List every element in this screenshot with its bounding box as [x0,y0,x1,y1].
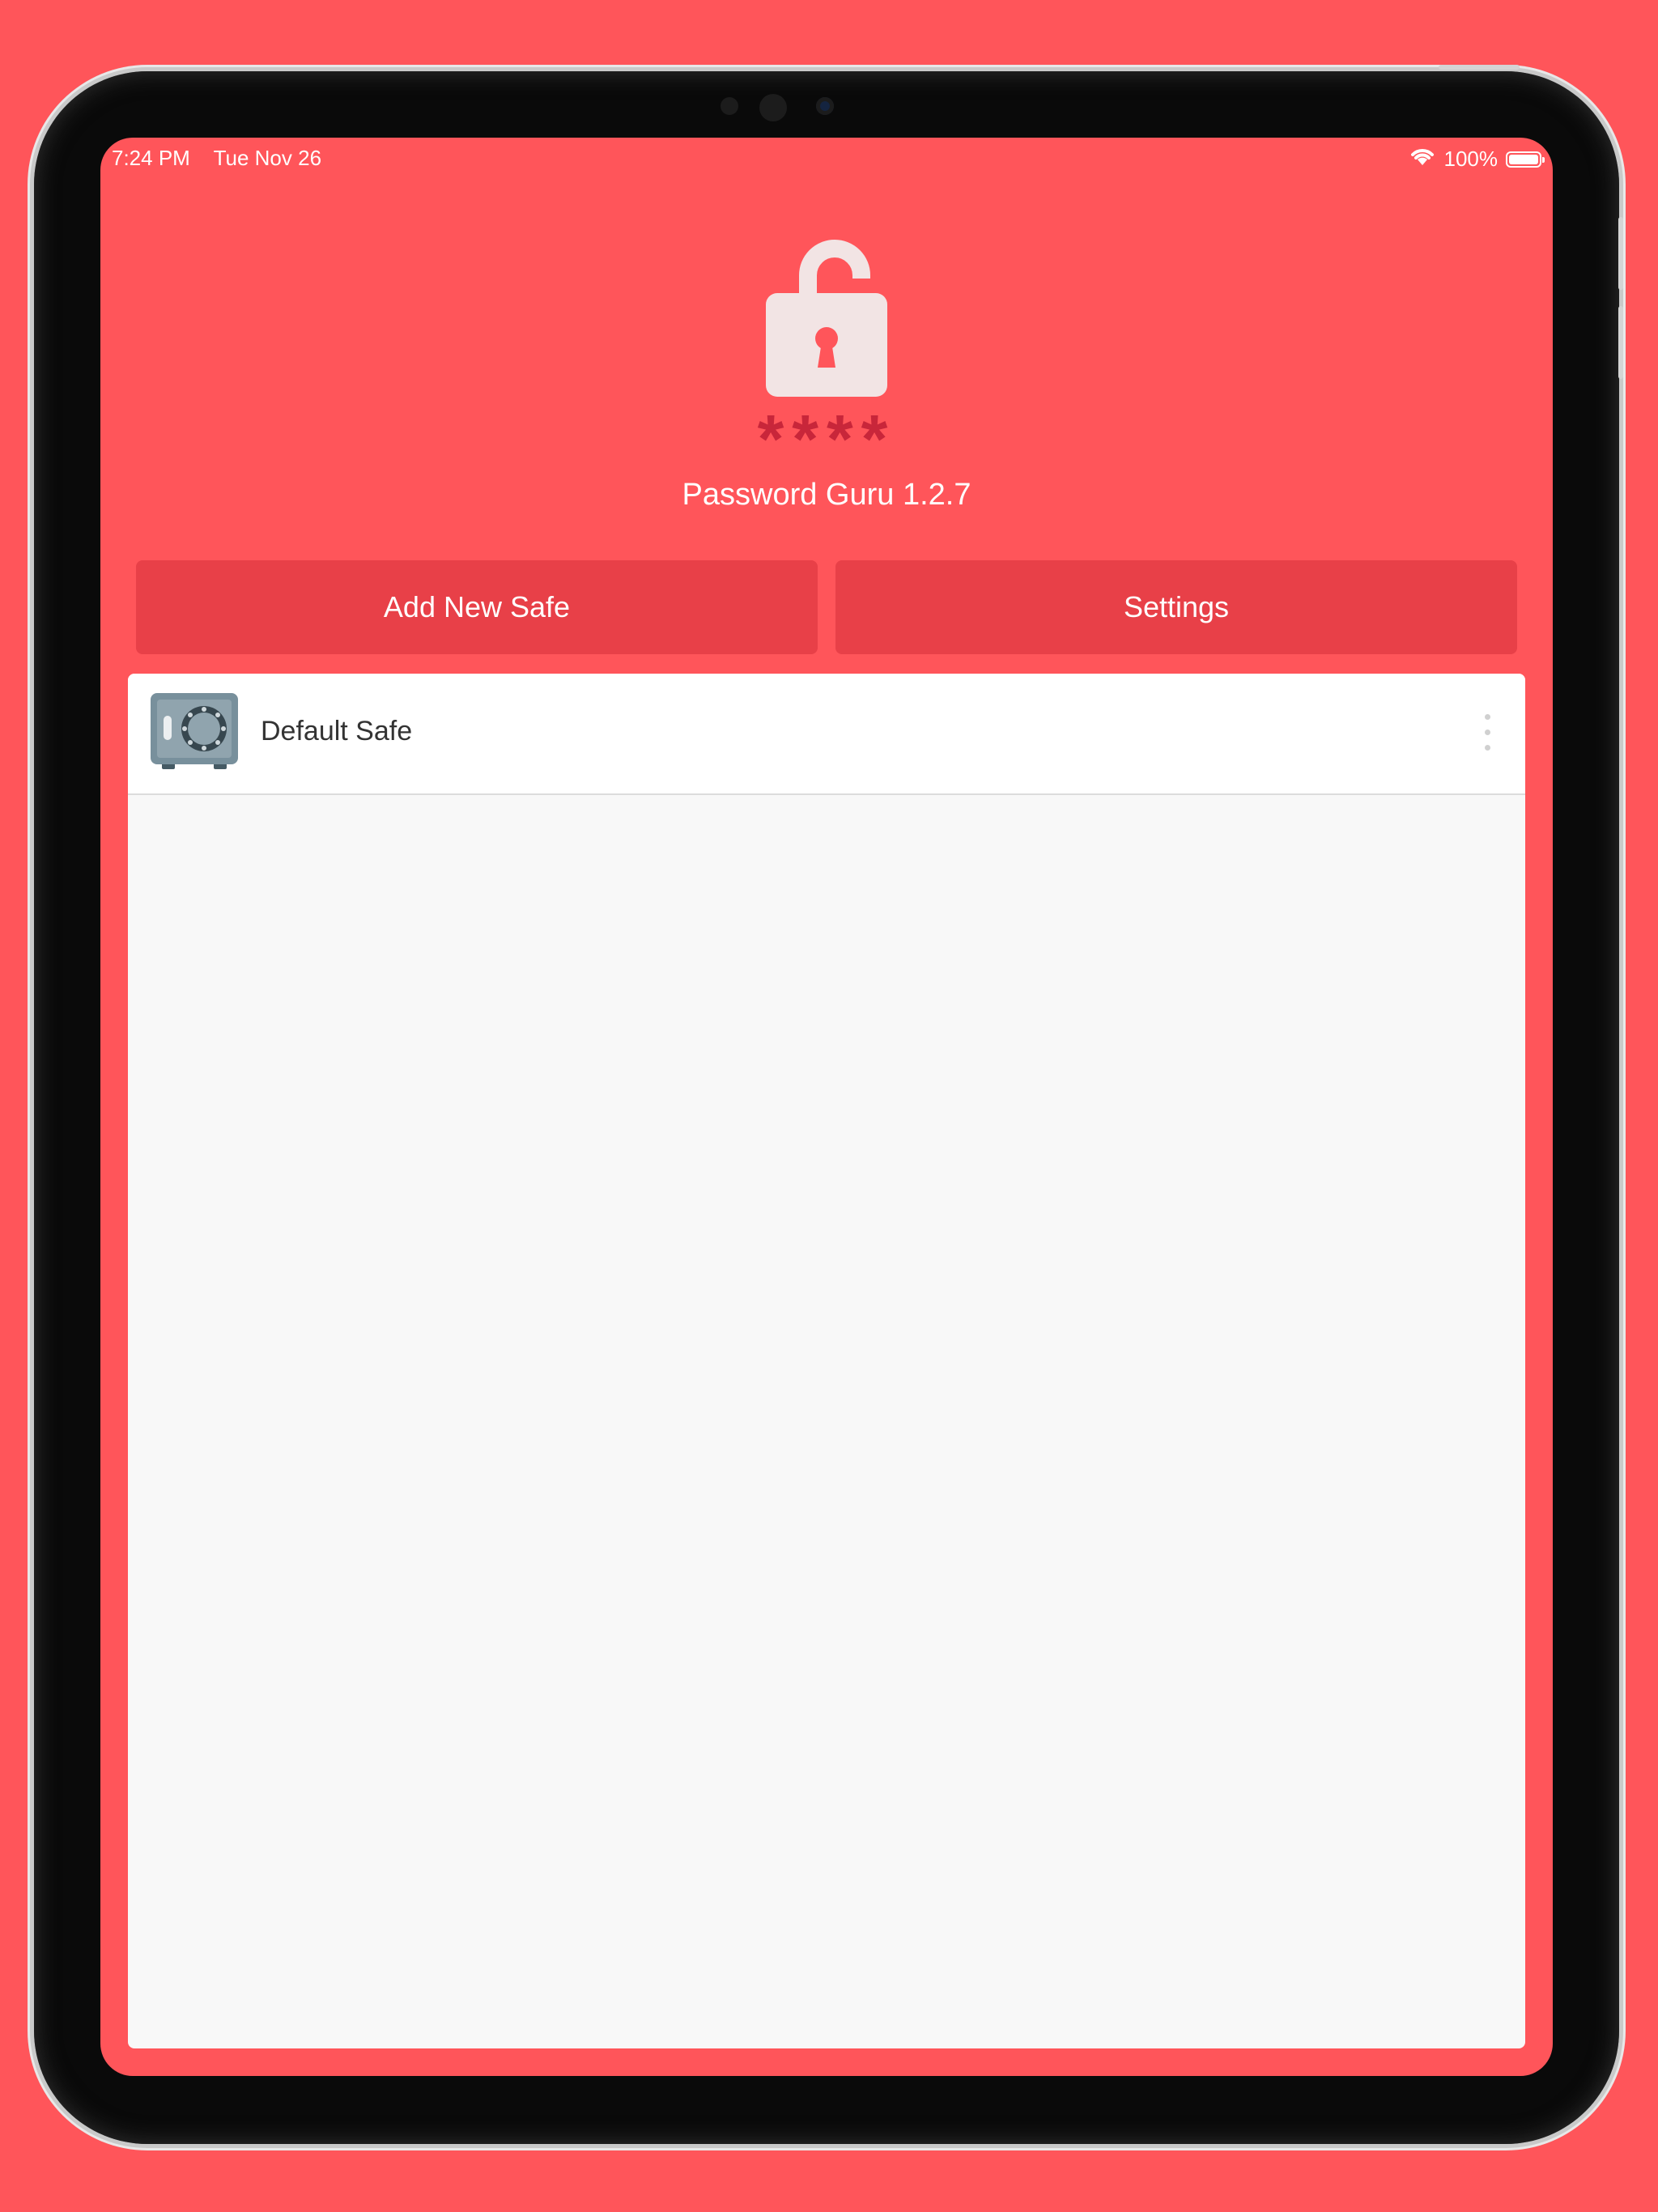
top-button [1439,65,1520,70]
settings-button[interactable]: Settings [835,560,1517,654]
add-new-safe-button[interactable]: Add New Safe [136,560,818,654]
status-left: 7:24 PM Tue Nov 26 [112,146,339,171]
more-vertical-icon[interactable] [1480,714,1496,753]
status-right: 100% [1409,146,1545,172]
status-date: Tue Nov 26 [213,146,322,170]
camera-lens [816,97,834,115]
volume-down-button [1618,306,1623,379]
status-bar: 7:24 PM Tue Nov 26 100% [112,143,1545,175]
unlocked-padlock-icon [766,228,887,398]
volume-up-button [1618,217,1623,290]
battery-fill [1509,154,1538,164]
safe-list: Default Safe [128,674,1525,2048]
wifi-icon [1409,146,1436,172]
camera-bar [712,91,842,123]
list-item[interactable]: Default Safe [128,674,1525,795]
safe-icon [151,693,238,771]
battery-percent: 100% [1443,147,1499,171]
sensor-dot [759,94,787,121]
app-title: Password Guru 1.2.7 [682,478,971,512]
app-screen: 7:24 PM Tue Nov 26 100% **** Password Gu… [100,138,1553,2076]
masked-password: **** [757,401,896,477]
safe-name: Default Safe [261,716,413,747]
sensor-dot [721,97,738,115]
status-time: 7:24 PM [112,146,190,170]
battery-icon [1506,151,1545,168]
